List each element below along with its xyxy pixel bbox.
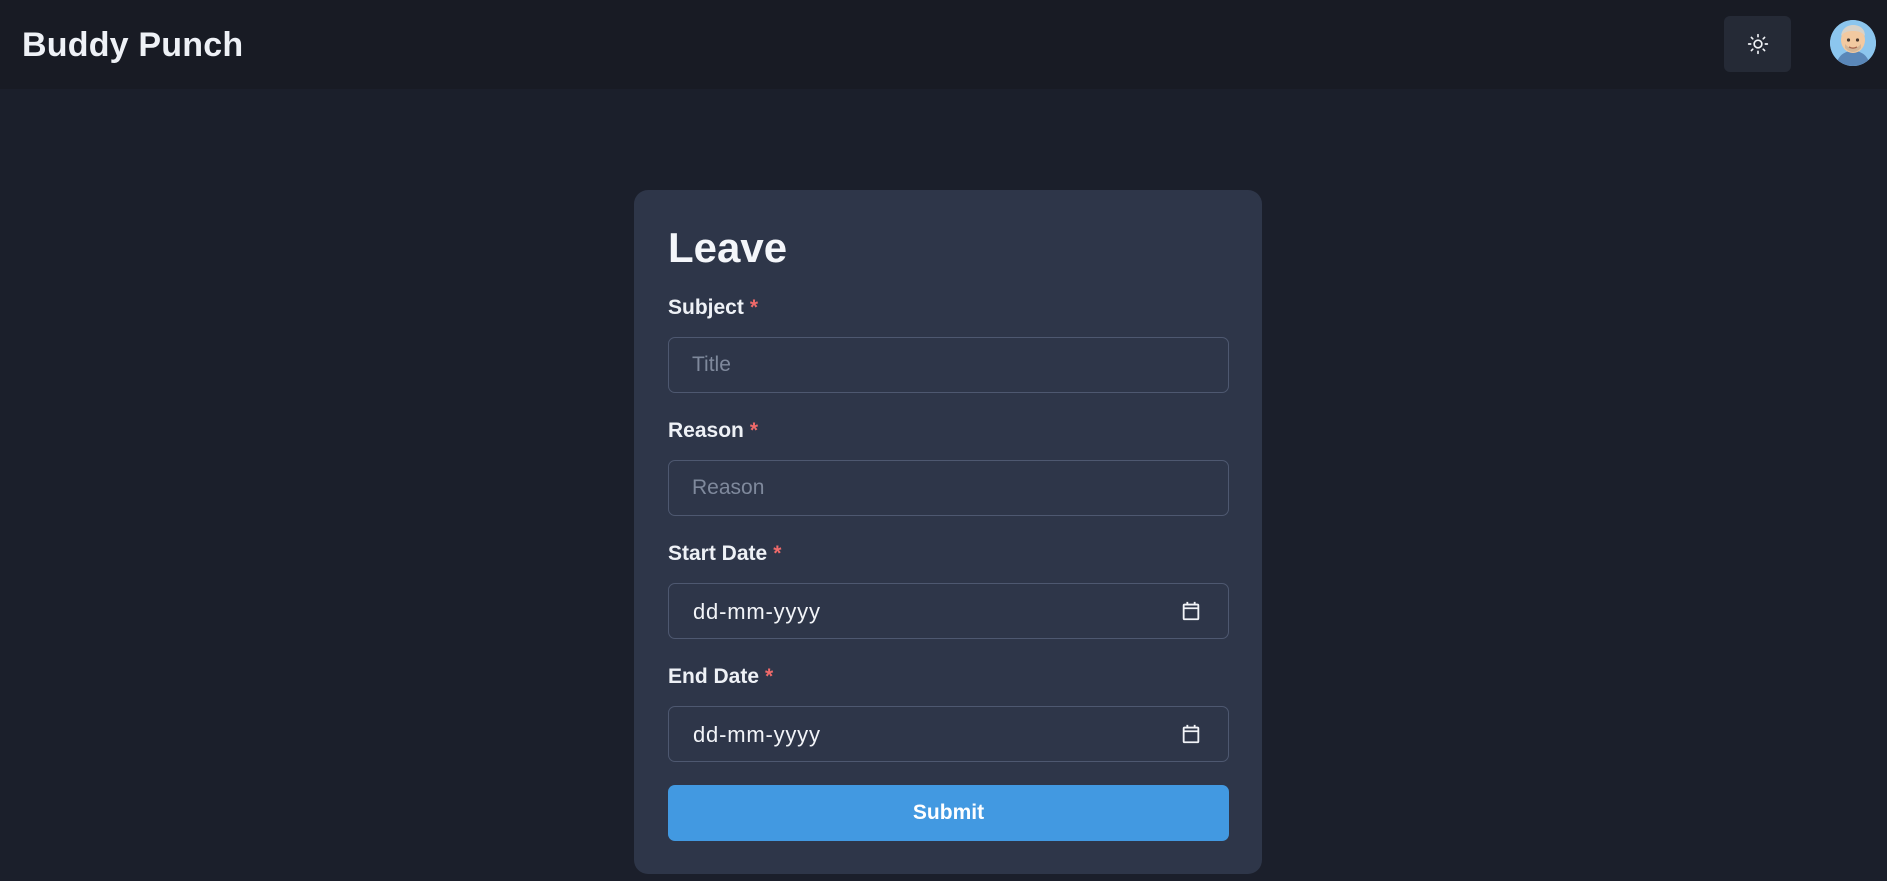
end-date-value: dd-mm-yyyy — [693, 722, 821, 747]
required-mark: * — [773, 542, 782, 565]
theme-toggle-button[interactable] — [1724, 16, 1791, 72]
reason-label: Reason * — [668, 419, 758, 443]
end-date-input[interactable]: dd-mm-yyyy — [668, 706, 1229, 762]
end-date-label: End Date * — [668, 665, 773, 689]
required-mark: * — [749, 296, 759, 319]
start-date-value: dd-mm-yyyy — [693, 599, 821, 624]
sun-icon — [1747, 33, 1768, 55]
required-mark: * — [749, 419, 759, 442]
reason-label-text: Reason — [668, 419, 744, 442]
calendar-icon[interactable] — [1180, 723, 1202, 745]
start-date-label-text: Start Date — [668, 542, 768, 565]
end-date-label-text: End Date — [668, 665, 760, 688]
start-date-input[interactable]: dd-mm-yyyy — [668, 583, 1229, 639]
reason-input[interactable] — [668, 460, 1229, 516]
avatar-image — [1830, 20, 1876, 66]
subject-input[interactable] — [668, 337, 1229, 393]
app-brand[interactable]: Buddy Punch — [22, 26, 243, 65]
submit-button[interactable]: Submit — [668, 785, 1229, 841]
subject-label-text: Subject — [668, 296, 744, 319]
start-date-label: Start Date * — [668, 542, 781, 566]
subject-label: Subject * — [668, 296, 758, 320]
form-title: Leave — [668, 224, 788, 271]
leave-form-card: Leave Subject* Reason* Start Date* dd-mm… — [634, 190, 1262, 874]
top-navbar: Buddy Punch — [0, 0, 1887, 89]
required-mark: * — [765, 665, 774, 688]
user-avatar[interactable] — [1830, 20, 1876, 66]
calendar-icon[interactable] — [1180, 600, 1202, 622]
